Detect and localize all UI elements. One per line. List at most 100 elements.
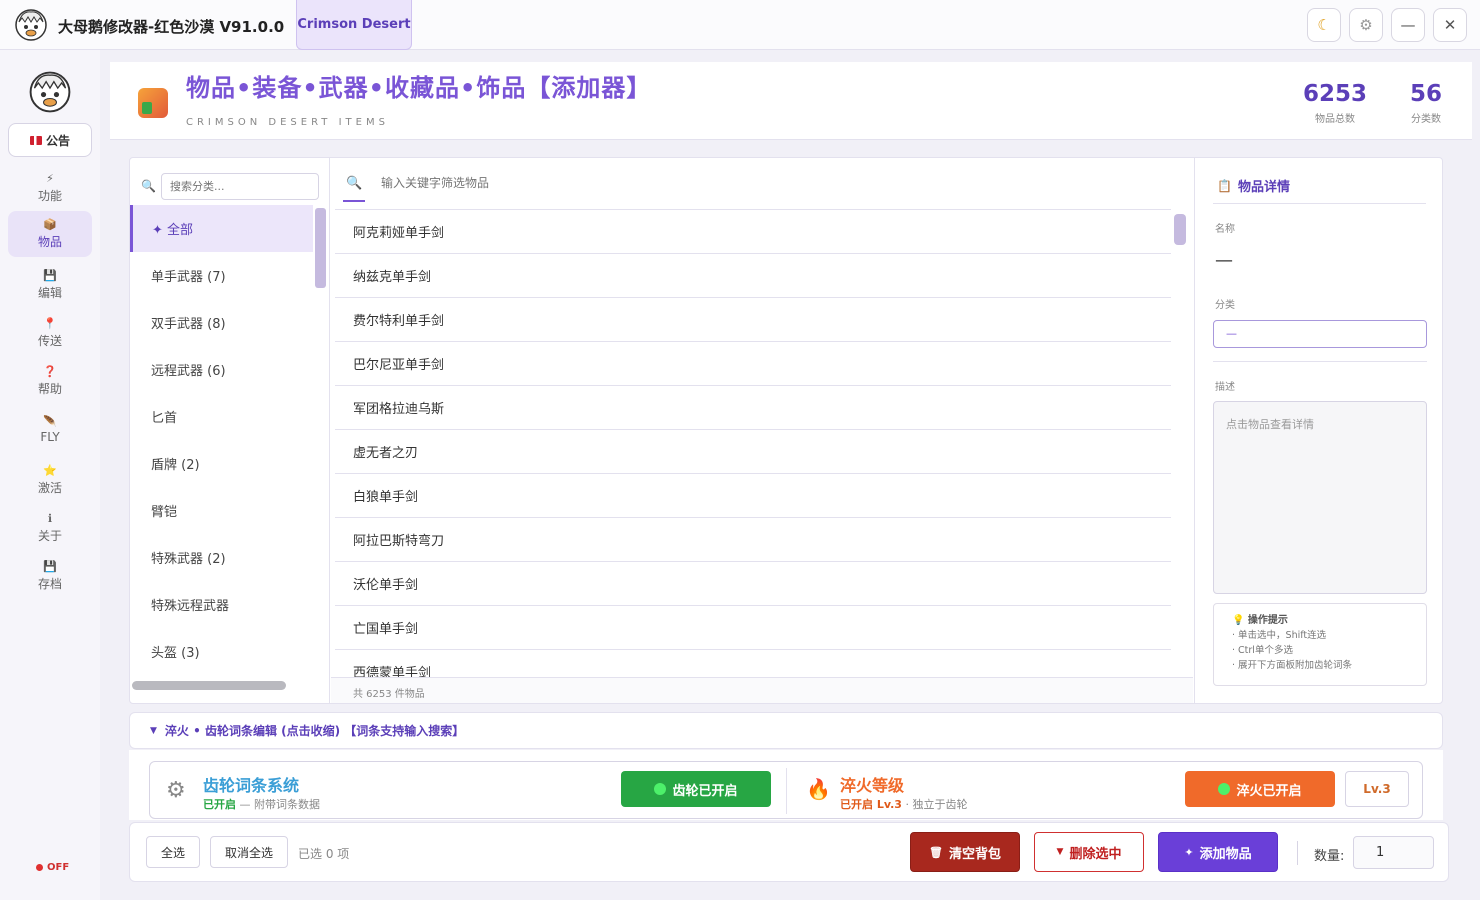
lightning-icon: ⚡ [46, 172, 54, 185]
temper-level-title: 淬火等级 [840, 776, 905, 795]
category-item[interactable]: 特殊武器 (2) [130, 534, 313, 581]
divider [786, 768, 787, 814]
sidebar-item-activate[interactable]: ⭐ 激活 [8, 457, 92, 503]
sidebar-item-teleport[interactable]: 📍 传送 [8, 310, 92, 356]
category-item[interactable]: 匕首 [130, 393, 313, 440]
category-item-all[interactable]: ✦ 全部 [130, 205, 313, 252]
category-label: 分类 [1215, 300, 1235, 311]
category-vertical-scrollbar[interactable] [315, 208, 326, 288]
quantity-input[interactable]: 1 [1353, 836, 1434, 869]
quantity-label: 数量: [1314, 849, 1345, 864]
category-item[interactable]: 双手武器 (8) [130, 299, 313, 346]
category-item[interactable]: 单手武器 (7) [130, 252, 313, 299]
list-item[interactable]: 西德蒙单手剑 [335, 650, 1171, 677]
category-list: ✦ 全部 单手武器 (7) 双手武器 (8) 远程武器 (6) 匕首 盾牌 (2… [130, 205, 313, 680]
category-item[interactable]: 头盔 (3) [130, 628, 313, 675]
sparkle-icon: ✦ [1184, 845, 1194, 859]
category-item[interactable]: 臂铠 [130, 487, 313, 534]
list-item[interactable]: 阿拉巴斯特弯刀 [335, 518, 1171, 562]
theme-toggle-button[interactable]: ☾ [1307, 8, 1341, 42]
gear-system-status: 已开启 — 附带词条数据 [203, 798, 320, 811]
list-item[interactable]: 沃伦单手剑 [335, 562, 1171, 606]
info-icon: ℹ [47, 512, 53, 525]
sidebar-item-features[interactable]: ⚡ 功能 [8, 165, 92, 211]
temper-level-status: 已开启 Lv.3 · 独立于齿轮 [840, 798, 968, 811]
gear-icon: ⚙ [166, 778, 186, 803]
clear-bag-button[interactable]: 🗑 清空背包 [910, 832, 1020, 872]
description-box: 点击物品查看详情 [1213, 401, 1427, 594]
temper-level-select[interactable]: Lv.3 [1345, 771, 1409, 807]
category-item[interactable]: 盾牌 (2) [130, 440, 313, 487]
pin-icon: 📍 [43, 317, 57, 330]
select-all-button[interactable]: 全选 [146, 836, 200, 868]
forge-collapse-toggle[interactable]: ▼ 淬火 • 齿轮词条编辑 (点击收缩) 【词条支持输入搜索】 [129, 712, 1443, 749]
question-icon: ❓ [43, 365, 57, 378]
description-label: 描述 [1215, 382, 1235, 393]
name-value: — [1215, 250, 1233, 271]
item-panel: 🔍 阿克莉娅单手剑 纳兹克单手剑 费尔特利单手剑 巴尔尼亚单手剑 军团格拉迪乌斯… [331, 158, 1193, 703]
gear-toggle-button[interactable]: 齿轮已开启 [621, 771, 771, 807]
list-item[interactable]: 纳兹克单手剑 [335, 254, 1171, 298]
category-search-input[interactable] [161, 173, 319, 200]
star-icon: ⭐ [43, 464, 57, 477]
item-list-scrollbar[interactable] [1174, 214, 1186, 245]
sidebar-item-help[interactable]: ❓ 帮助 [8, 358, 92, 404]
page-title: 物品•装备•武器•收藏品•饰品【添加器】 [186, 74, 652, 102]
tab-crimson-desert[interactable]: Crimson Desert [296, 0, 412, 50]
list-item[interactable]: 费尔特利单手剑 [335, 298, 1171, 342]
tips-title: 💡 操作提示 [1232, 615, 1288, 626]
gear-system-title: 齿轮词条系统 [203, 776, 300, 795]
search-icon: 🔍 [141, 179, 156, 193]
moon-icon: ☾ [1317, 16, 1331, 34]
close-button[interactable]: ✕ [1433, 8, 1467, 42]
name-label: 名称 [1215, 224, 1235, 235]
temper-toggle-button[interactable]: 淬火已开启 [1185, 771, 1335, 807]
minimize-button[interactable]: — [1391, 8, 1425, 42]
trash-icon: 🗑 [929, 845, 943, 859]
list-item[interactable]: 军团格拉迪乌斯 [335, 386, 1171, 430]
category-horizontal-scrollbar[interactable] [132, 681, 286, 690]
deselect-all-button[interactable]: 取消全选 [210, 836, 288, 868]
floppy-disk-icon: 💾 [43, 560, 57, 573]
sidebar-item-items[interactable]: 📦 物品 [8, 211, 92, 257]
avatar [29, 71, 71, 113]
list-item[interactable]: 虚无者之刃 [335, 430, 1171, 474]
notice-button[interactable]: 公告 [8, 123, 92, 157]
flame-icon: 🔥 [806, 777, 831, 801]
sidebar: 公告 ⚡ 功能 📦 物品 💾 编辑 📍 传送 ❓ 帮助 🪶 FLY ⭐ 激活 ℹ… [0, 50, 100, 900]
feather-icon: 🪶 [43, 414, 57, 428]
category-item[interactable]: 远程武器 (6) [130, 346, 313, 393]
delete-selected-button[interactable]: ▼ 删除选中 [1034, 832, 1144, 872]
forge-bar-label: 淬火 • 齿轮词条编辑 (点击收缩) 【词条支持输入搜索】 [164, 724, 465, 738]
stat-category-count: 56 分类数 [1409, 81, 1442, 125]
main-panel: 🔍 ✦ 全部 单手武器 (7) 双手武器 (8) 远程武器 (6) 匕首 盾牌 … [129, 157, 1443, 704]
app-title: 大母鹅修改器-红色沙漠 V91.0.0 [58, 18, 285, 36]
category-item[interactable]: 特殊远程武器 [130, 581, 313, 628]
settings-button[interactable]: ⚙ [1349, 8, 1383, 42]
list-item[interactable]: 巴尔尼亚单手剑 [335, 342, 1171, 386]
title-bar: 大母鹅修改器-红色沙漠 V91.0.0 Crimson Desert ☾ ⚙ —… [0, 0, 1480, 50]
notice-label: 公告 [45, 133, 70, 148]
clipboard-icon: 📋 [1217, 178, 1232, 193]
list-item[interactable]: 阿克莉娅单手剑 [335, 210, 1171, 254]
item-search-input[interactable] [381, 176, 781, 190]
gear-icon: ⚙ [1359, 16, 1373, 34]
box-icon: 📦 [43, 218, 57, 231]
add-items-button[interactable]: ✦ 添加物品 [1158, 832, 1278, 872]
stat-total-items: 6253 物品总数 [1302, 81, 1367, 125]
tip-line: · 单击选中，Shift连选 [1232, 630, 1327, 641]
app-logo-icon [15, 9, 47, 41]
sidebar-item-fly[interactable]: 🪶 FLY [8, 406, 92, 452]
status-indicator: OFF [36, 862, 69, 873]
page-subtitle: CRIMSON DESERT ITEMS [186, 117, 389, 128]
sidebar-item-save[interactable]: 💾 存档 [8, 553, 92, 599]
divider [1213, 203, 1426, 204]
tip-line: · Ctrl单个多选 [1232, 645, 1293, 656]
list-item[interactable]: 白狼单手剑 [335, 474, 1171, 518]
divider [1213, 361, 1427, 362]
sidebar-item-edit[interactable]: 💾 编辑 [8, 262, 92, 308]
list-item[interactable]: 亡国单手剑 [335, 606, 1171, 650]
bottom-action-bar: 全选 取消全选 已选 0 项 🗑 清空背包 ▼ 删除选中 ✦ 添加物品 数量: … [129, 822, 1449, 882]
sidebar-item-about[interactable]: ℹ 关于 [8, 505, 92, 551]
triangle-down-icon: ▼ [150, 725, 157, 736]
